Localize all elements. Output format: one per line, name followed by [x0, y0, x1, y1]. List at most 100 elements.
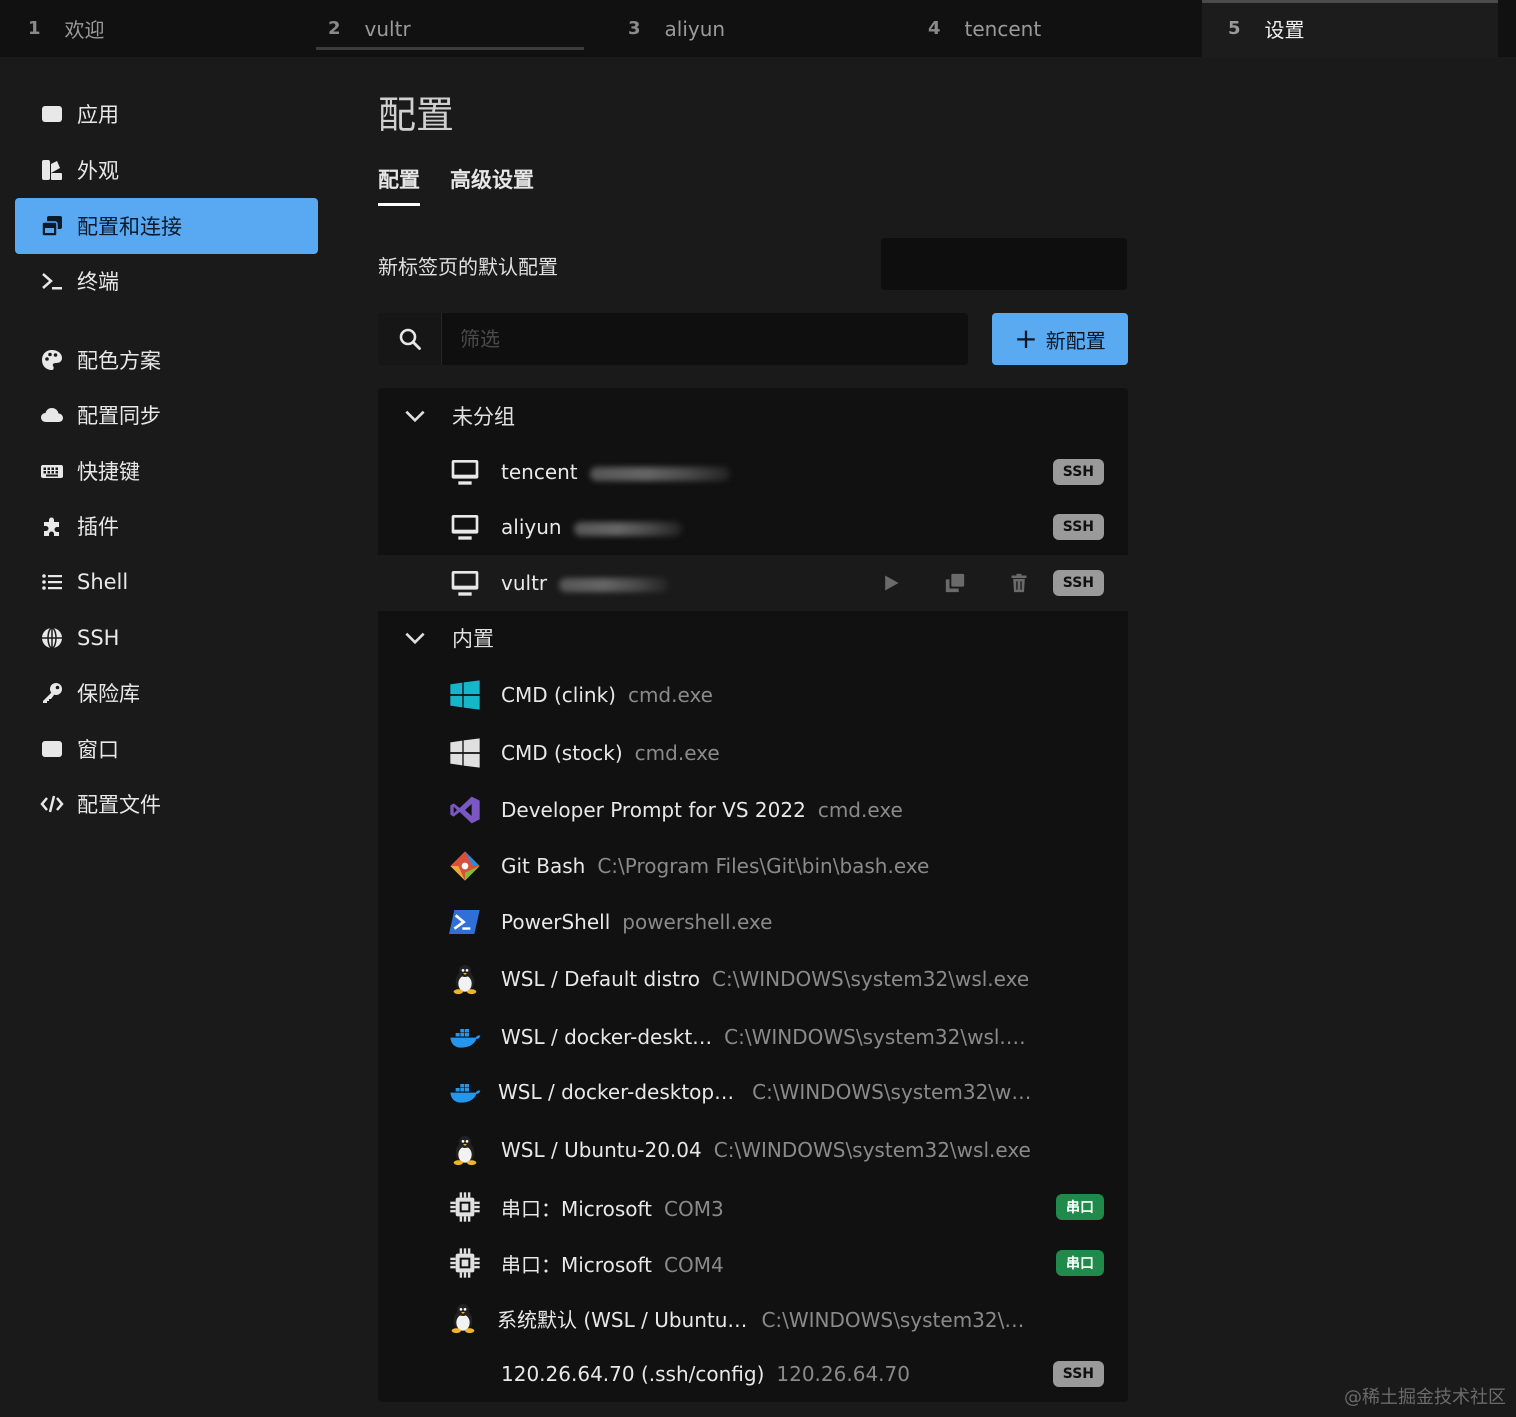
profile-row-wsl-docker-desktop[interactable]: WSL / docker-deskt… C:\WINDOWS\system32\w…: [378, 1009, 1128, 1065]
profile-row-system-default[interactable]: 系统默认 (WSL / Ubuntu… C:\WINDOWS\system32\…: [378, 1290, 1128, 1346]
new-profile-button[interactable]: + 新配置: [992, 313, 1128, 365]
sidebar-item-window[interactable]: 窗口: [15, 721, 318, 777]
sidebar-item-label: Shell: [77, 570, 129, 594]
profile-name: WSL / docker-desktop…: [498, 1080, 735, 1104]
profile-row-vs-dev-prompt[interactable]: Developer Prompt for VS 2022 cmd.exe: [378, 782, 1128, 838]
play-icon[interactable]: [878, 570, 904, 596]
sidebar-item-config-file[interactable]: 配置文件: [15, 776, 318, 832]
sidebar-item-terminal[interactable]: 终端: [15, 253, 318, 309]
sidebar-item-vault[interactable]: 保险库: [15, 665, 318, 721]
delete-icon[interactable]: [1006, 570, 1032, 596]
sidebar-item-label: 快捷键: [77, 460, 140, 484]
sidebar-item-label: 保险库: [77, 682, 140, 706]
palette-icon: [39, 347, 65, 373]
tab-number: 1: [28, 18, 41, 39]
window-icon: [39, 101, 65, 127]
filter-input[interactable]: [442, 313, 968, 365]
code-icon: [39, 791, 65, 817]
windows-logo-gray-icon: [448, 736, 482, 770]
tab-bar: 1 欢迎 2 vultr 3 aliyun 4 tencent 5 设置: [0, 0, 1516, 57]
sidebar-item-label: 配置文件: [77, 793, 161, 817]
profile-name: WSL / docker-deskt…: [501, 1025, 713, 1049]
tab-label: tencent: [964, 16, 1042, 41]
profile-row-tencent[interactable]: tencent SSH: [378, 444, 1128, 500]
serial-badge: 串口: [1056, 1250, 1104, 1276]
profile-name: Git Bash: [501, 854, 586, 878]
profile-command: C:\WINDOWS\system32\wsl.exe: [712, 967, 1030, 991]
profile-name: WSL / Ubuntu-20.04: [501, 1138, 702, 1162]
profile-row-powershell[interactable]: PowerShell powershell.exe: [378, 894, 1128, 950]
sidebar-item-sync[interactable]: 配置同步: [15, 387, 318, 443]
chip-icon: [448, 1246, 482, 1280]
profile-row-aliyun[interactable]: aliyun SSH: [378, 499, 1128, 555]
profile-row-serial-com3[interactable]: 串口：Microsoft COM3 串口: [378, 1179, 1128, 1235]
profile-row-vultr[interactable]: vultr SSH: [378, 555, 1128, 611]
profile-command: C:\Program Files\Git\bin\bash.exe: [597, 854, 930, 878]
group-header-ungrouped[interactable]: 未分组: [378, 389, 1128, 443]
terminal-prompt-icon: [39, 268, 65, 294]
profile-command: COM3: [664, 1196, 724, 1221]
chevron-down-icon: [402, 403, 432, 429]
sidebar-item-label: 配色方案: [77, 349, 161, 373]
profile-row-ssh-config[interactable]: 120.26.64.70 (.ssh/config) 120.26.64.70 S…: [378, 1346, 1128, 1402]
profile-name: CMD (stock): [501, 741, 623, 765]
globe-icon: [39, 625, 65, 651]
sidebar-item-color-scheme[interactable]: 配色方案: [15, 332, 318, 388]
profile-row-wsl-docker-desktop-data[interactable]: WSL / docker-desktop… C:\WINDOWS\system32…: [378, 1064, 1128, 1120]
list-icon: [39, 569, 65, 595]
row-actions: [878, 570, 1032, 596]
tab-welcome[interactable]: 1 欢迎: [28, 0, 105, 57]
profile-command: C:\WINDOWS\system32\…: [761, 1307, 1025, 1332]
tab-number: 5: [1228, 18, 1241, 39]
sidebar-item-shell[interactable]: Shell: [15, 554, 318, 610]
profile-row-cmd-stock[interactable]: CMD (stock) cmd.exe: [378, 725, 1128, 781]
sidebar-item-label: 窗口: [77, 738, 119, 762]
tab-label: vultr: [364, 16, 411, 41]
tab-label: aliyun: [664, 16, 726, 41]
profile-row-serial-com4[interactable]: 串口：Microsoft COM4 串口: [378, 1235, 1128, 1291]
sidebar-item-label: 外观: [77, 159, 119, 183]
profile-command: C:\WINDOWS\system32\wsl.…: [724, 1025, 1026, 1049]
profile-command: C:\WINDOWS\system32\wsl.exe: [713, 1138, 1031, 1162]
windows-stack-icon: [39, 213, 65, 239]
profile-name: CMD (clink): [501, 683, 616, 707]
tab-tencent[interactable]: 4 tencent: [928, 0, 1041, 57]
sidebar-item-hotkeys[interactable]: 快捷键: [15, 443, 318, 499]
new-profile-label: 新配置: [1045, 328, 1106, 353]
redacted-host: [573, 521, 682, 536]
group-name: 内置: [452, 627, 494, 651]
profile-row-cmd-clink[interactable]: CMD (clink) cmd.exe: [378, 667, 1128, 723]
redacted-host: [589, 466, 730, 481]
key-icon: [39, 680, 65, 706]
sidebar-item-plugins[interactable]: 插件: [15, 498, 318, 554]
profile-row-git-bash[interactable]: Git Bash C:\Program Files\Git\bin\bash.ex…: [378, 838, 1128, 894]
tab-vultr[interactable]: 2 vultr: [316, 0, 584, 57]
search-icon: [378, 313, 442, 365]
tab-number: 4: [928, 18, 941, 39]
sidebar-item-ssh[interactable]: SSH: [15, 610, 318, 666]
redacted-host: [559, 577, 670, 592]
default-profile-select[interactable]: [881, 238, 1127, 290]
profile-row-wsl-default[interactable]: WSL / Default distro C:\WINDOWS\system32\…: [378, 951, 1128, 1007]
chip-icon: [448, 1190, 482, 1224]
monitor-icon: [448, 455, 482, 489]
tab-settings[interactable]: 5 设置: [1202, 0, 1498, 57]
subtab-advanced[interactable]: 高级设置: [450, 164, 534, 194]
profile-name: WSL / Default distro: [501, 967, 701, 991]
tab-aliyun[interactable]: 3 aliyun: [628, 0, 725, 57]
monitor-icon: [448, 566, 482, 600]
duplicate-icon[interactable]: [942, 570, 968, 596]
watermark: @稀土掘金技术社区: [1344, 1387, 1506, 1408]
sidebar-item-profiles-connections[interactable]: 配置和连接: [15, 198, 318, 254]
subtab-profiles[interactable]: 配置: [378, 164, 420, 206]
serial-badge: 串口: [1056, 1194, 1104, 1220]
profile-row-wsl-ubuntu[interactable]: WSL / Ubuntu-20.04 C:\WINDOWS\system32\ws…: [378, 1122, 1128, 1178]
profile-name: 120.26.64.70 (.ssh/config): [501, 1362, 765, 1386]
powershell-icon: [448, 905, 482, 939]
profile-command: powershell.exe: [622, 910, 773, 934]
sidebar-item-application[interactable]: 应用: [15, 86, 318, 142]
ssh-badge: SSH: [1052, 1361, 1104, 1387]
sidebar-item-label: SSH: [77, 626, 120, 650]
sidebar-item-appearance[interactable]: 外观: [15, 142, 318, 198]
group-header-builtin[interactable]: 内置: [378, 611, 1128, 665]
